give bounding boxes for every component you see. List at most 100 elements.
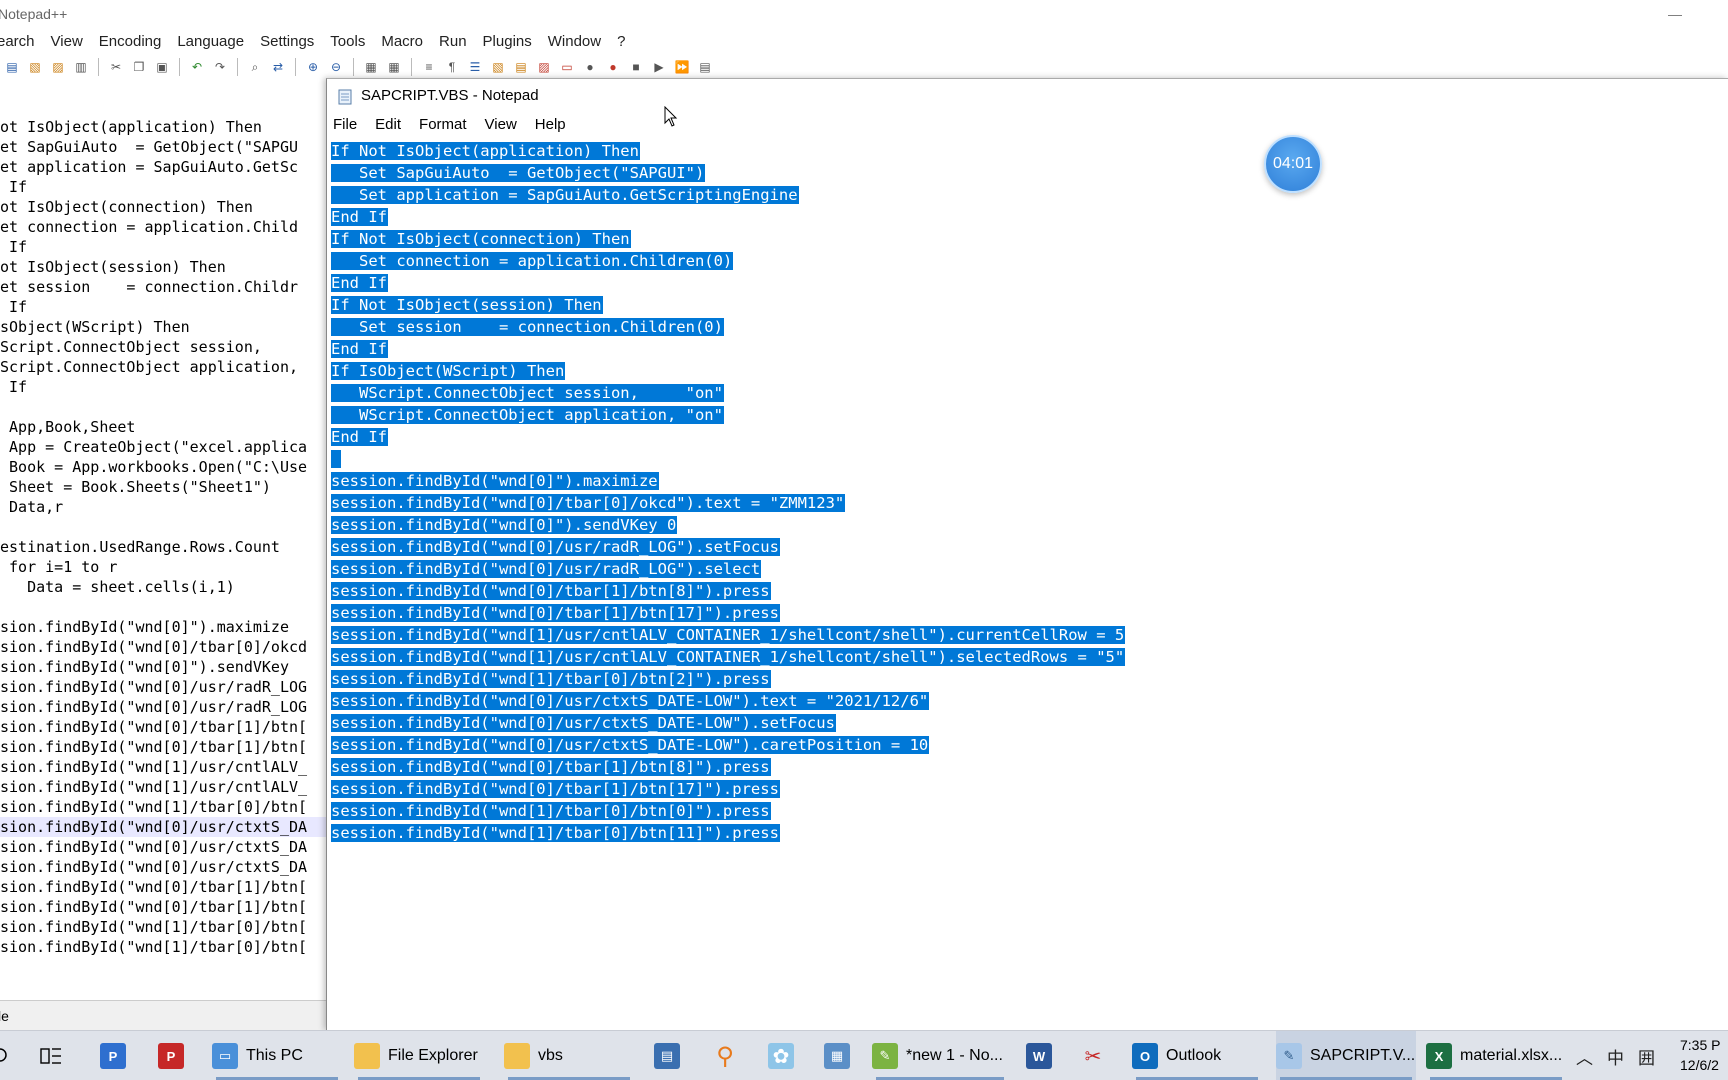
- word-app-icon[interactable]: W: [1026, 1031, 1060, 1080]
- menu-settings[interactable]: Settings: [252, 30, 322, 54]
- selected-text: If Not IsObject(application) Then: [331, 142, 640, 160]
- play-macro-icon[interactable]: ▶: [649, 58, 669, 76]
- save-macro-icon[interactable]: ▤: [695, 58, 715, 76]
- text-line: If Not IsObject(connection) Then: [331, 228, 1721, 250]
- function-list-icon[interactable]: ▤: [511, 58, 531, 76]
- macro-icon[interactable]: ●: [580, 58, 600, 76]
- code-line: sion.findById("wnd[1]/usr/cntlALV_: [0, 778, 308, 796]
- pdf-app-icon[interactable]: P: [100, 1031, 134, 1080]
- menu-search[interactable]: earch: [0, 30, 43, 54]
- search-icon[interactable]: [0, 1031, 14, 1080]
- indent-guide-icon[interactable]: ☰: [465, 58, 485, 76]
- menu-view[interactable]: View: [43, 30, 91, 54]
- document-map-icon[interactable]: ▧: [488, 58, 508, 76]
- zoom-in-icon[interactable]: ⊕: [303, 58, 323, 76]
- print-icon[interactable]: ▥: [71, 58, 91, 76]
- taskbar-item-this-pc[interactable]: ▭ This PC: [212, 1031, 342, 1080]
- open-file-icon[interactable]: ▨: [48, 58, 68, 76]
- sync-horizontal-icon[interactable]: ▦: [384, 58, 404, 76]
- save-icon[interactable]: ▤: [2, 58, 22, 76]
- snipping-tool-icon[interactable]: ✂: [1080, 1031, 1114, 1080]
- clock[interactable]: 7:35 P 12/6/2: [1680, 1035, 1720, 1075]
- taskbar-item-outlook[interactable]: O Outlook: [1132, 1031, 1262, 1080]
- menu-edit[interactable]: Edit: [366, 115, 410, 137]
- selected-text: session.findById("wnd[1]/usr/cntlALV_CON…: [331, 648, 1126, 666]
- menu-help[interactable]: ?: [609, 30, 633, 54]
- zoom-out-icon[interactable]: ⊖: [326, 58, 346, 76]
- notepad-titlebar[interactable]: SAPCRIPT.VBS - Notepad: [327, 79, 1728, 114]
- monitoring-icon[interactable]: ▭: [557, 58, 577, 76]
- taskbar-label: vbs: [538, 1047, 563, 1064]
- minimize-button[interactable]: —: [1662, 6, 1688, 22]
- word-wrap-icon[interactable]: ≡: [419, 58, 439, 76]
- redo-icon[interactable]: ↷: [210, 58, 230, 76]
- ime-indicator[interactable]: 中: [1607, 1044, 1624, 1069]
- code-line: Data = sheet.cells(i,1): [0, 578, 235, 596]
- code-line: sion.findById("wnd[0]").sendVKey: [0, 658, 299, 676]
- menu-tools[interactable]: Tools: [322, 30, 373, 54]
- system-tray: ︿ 中 囲: [1576, 1044, 1655, 1069]
- task-view-icon[interactable]: [40, 1031, 70, 1080]
- sync-vertical-icon[interactable]: ▦: [361, 58, 381, 76]
- pdf-reader-icon[interactable]: P: [158, 1031, 192, 1080]
- menu-view[interactable]: View: [476, 115, 526, 137]
- calculator-app-icon[interactable]: ▦: [824, 1031, 858, 1080]
- show-all-chars-icon[interactable]: ¶: [442, 58, 462, 76]
- code-line: sion.findById("wnd[0]/tbar[1]/btn[: [0, 738, 308, 756]
- code-line: Sheet = Book.Sheets("Sheet1"): [0, 478, 271, 496]
- selected-text: session.findById("wnd[0]/tbar[1]/btn[17]…: [331, 780, 780, 798]
- taskbar-item-file-explorer[interactable]: File Explorer: [354, 1031, 484, 1080]
- taskbar-label: File Explorer: [388, 1047, 478, 1064]
- taskbar-item-sapcript[interactable]: ✎ SAPCRIPT.V...: [1276, 1031, 1416, 1080]
- magnifier-app-icon[interactable]: ⚲: [712, 1031, 746, 1080]
- menu-file[interactable]: File: [327, 115, 366, 137]
- code-line: estination.UsedRange.Rows.Count: [0, 538, 280, 556]
- find-icon[interactable]: ⌕: [245, 58, 265, 76]
- menu-window[interactable]: Window: [540, 30, 609, 54]
- chevron-up-icon[interactable]: ︿: [1576, 1044, 1593, 1069]
- paste-icon[interactable]: ▣: [152, 58, 172, 76]
- code-line: App = CreateObject("excel.applica: [0, 438, 308, 456]
- text-line: session.findById("wnd[0]/usr/radR_LOG").…: [331, 558, 1721, 580]
- notepadpp-editor[interactable]: ot IsObject(application) Then et SapGuiAu…: [0, 117, 326, 997]
- menu-plugins[interactable]: Plugins: [475, 30, 540, 54]
- folder-as-workspace-icon[interactable]: ▨: [534, 58, 554, 76]
- new-file-icon[interactable]: ▧: [25, 58, 45, 76]
- selected-text: session.findById("wnd[1]/tbar[0]/btn[11]…: [331, 824, 780, 842]
- menu-encoding[interactable]: Encoding: [91, 30, 170, 54]
- taskbar-item-vbs[interactable]: vbs: [504, 1031, 634, 1080]
- notepadpp-title: Notepad++: [0, 6, 68, 22]
- selected-text: Set connection = application.Children(0): [331, 252, 734, 270]
- text-line: End If: [331, 338, 1721, 360]
- notepadpp-icon: ✎: [872, 1043, 898, 1069]
- text-line: session.findById("wnd[0]/tbar[1]/btn[8]"…: [331, 756, 1721, 778]
- text-line: session.findById("wnd[0]").maximize: [331, 470, 1721, 492]
- menu-help[interactable]: Help: [526, 115, 575, 137]
- copy-icon[interactable]: ❐: [129, 58, 149, 76]
- code-line: ot IsObject(connection) Then: [0, 198, 253, 216]
- record-macro-icon[interactable]: ●: [603, 58, 623, 76]
- menu-run[interactable]: Run: [431, 30, 475, 54]
- settings-app-icon[interactable]: ✿: [768, 1031, 802, 1080]
- recording-timer[interactable]: 04:01: [1264, 135, 1322, 193]
- menu-format[interactable]: Format: [410, 115, 476, 137]
- taskbar-label: material.xlsx...: [1460, 1047, 1563, 1064]
- stop-record-icon[interactable]: ■: [626, 58, 646, 76]
- notepad-text-area[interactable]: If Not IsObject(application) Then Set Sa…: [331, 140, 1721, 1020]
- selected-text: session.findById("wnd[0]").maximize: [331, 472, 659, 490]
- menu-macro[interactable]: Macro: [373, 30, 431, 54]
- taskbar-item-notepadpp[interactable]: ✎ *new 1 - No...: [872, 1031, 1008, 1080]
- undo-icon[interactable]: ↶: [187, 58, 207, 76]
- selected-text: If Not IsObject(connection) Then: [331, 230, 631, 248]
- taskbar-item-excel[interactable]: X material.xlsx...: [1426, 1031, 1566, 1080]
- pdf-blue-icon: P: [100, 1043, 126, 1069]
- cut-icon[interactable]: ✂: [106, 58, 126, 76]
- selected-text: WScript.ConnectObject application, "on": [331, 406, 724, 424]
- news-app-icon[interactable]: ▤: [654, 1031, 688, 1080]
- ime-mode-icon[interactable]: 囲: [1638, 1044, 1655, 1069]
- run-macro-multiple-icon[interactable]: ⏩: [672, 58, 692, 76]
- replace-icon[interactable]: ⇄: [268, 58, 288, 76]
- menu-language[interactable]: Language: [169, 30, 252, 54]
- notepadpp-titlebar[interactable]: Notepad++ —: [0, 0, 1728, 30]
